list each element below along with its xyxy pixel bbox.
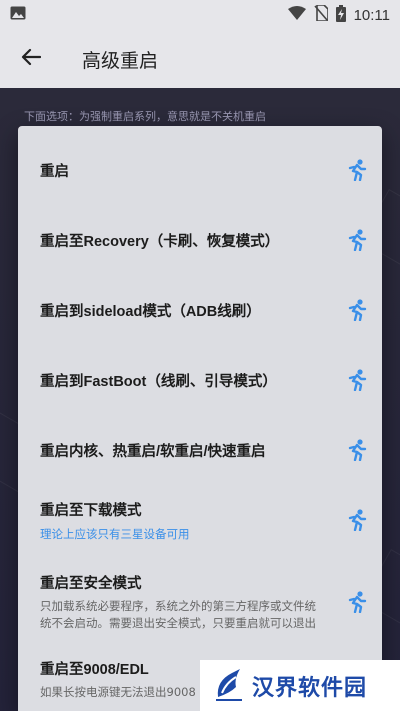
- list-item-safe-mode[interactable]: 重启至安全模式 只加载系统必要程序，系统之外的第三方程序或文件统统不会启动。需要…: [18, 560, 382, 644]
- item-title: 重启: [40, 163, 69, 180]
- run-icon[interactable]: [332, 582, 382, 622]
- reboot-options-dialog: 重启 重启至Recovery（卡刷、恢复模式） 重启到sideload模式（AD…: [18, 126, 382, 711]
- item-subtitle: 只加载系统必要程序，系统之外的第三方程序或文件统统不会启动。需要退出安全模式，只…: [40, 599, 316, 630]
- run-icon[interactable]: [332, 220, 382, 260]
- run-icon[interactable]: [332, 290, 382, 330]
- status-bar: 10:11: [0, 0, 400, 30]
- run-icon[interactable]: [332, 430, 382, 470]
- image-notification-icon: [10, 6, 26, 24]
- run-icon[interactable]: [332, 360, 382, 400]
- status-time: 10:11: [353, 6, 390, 24]
- item-title: 重启至安全模式: [40, 576, 142, 592]
- item-title: 重启到FastBoot（线刷、引导模式）: [40, 373, 277, 390]
- back-button[interactable]: [0, 30, 62, 88]
- no-sim-icon: [313, 4, 329, 25]
- list-item-reboot[interactable]: 重启: [18, 138, 382, 202]
- battery-charging-icon: [335, 4, 346, 26]
- list-item-download-mode[interactable]: 重启至下载模式 理论上应该只有三星设备可用: [18, 488, 382, 552]
- run-icon[interactable]: [332, 150, 382, 190]
- item-title: 重启内核、热重启/软重启/快速重启: [40, 443, 266, 460]
- watermark-text: 汉界软件园: [252, 675, 368, 701]
- item-title: 重启至下载模式: [40, 502, 142, 519]
- list-item-fastboot[interactable]: 重启到FastBoot（线刷、引导模式）: [18, 348, 382, 412]
- page-title: 高级重启: [82, 49, 159, 72]
- list-item-recovery[interactable]: 重启至Recovery（卡刷、恢复模式）: [18, 208, 382, 272]
- watermark-logo-icon: [214, 667, 244, 705]
- run-icon[interactable]: [332, 500, 382, 540]
- list-item-sideload[interactable]: 重启到sideload模式（ADB线刷）: [18, 278, 382, 342]
- item-title: 重启到sideload模式（ADB线刷）: [40, 303, 261, 320]
- watermark: 汉界软件园: [200, 660, 400, 711]
- app-bar: 高级重启: [0, 30, 400, 88]
- item-title: 重启至Recovery（卡刷、恢复模式）: [40, 233, 280, 250]
- wifi-icon: [287, 6, 306, 24]
- item-subtitle: 理论上应该只有三星设备可用: [40, 526, 190, 541]
- arrow-back-icon: [21, 48, 42, 70]
- background-hint-text: 下面选项：为强制重启系列，意思就是不关机重启: [24, 110, 266, 123]
- list-item-soft-reboot[interactable]: 重启内核、热重启/软重启/快速重启: [18, 418, 382, 482]
